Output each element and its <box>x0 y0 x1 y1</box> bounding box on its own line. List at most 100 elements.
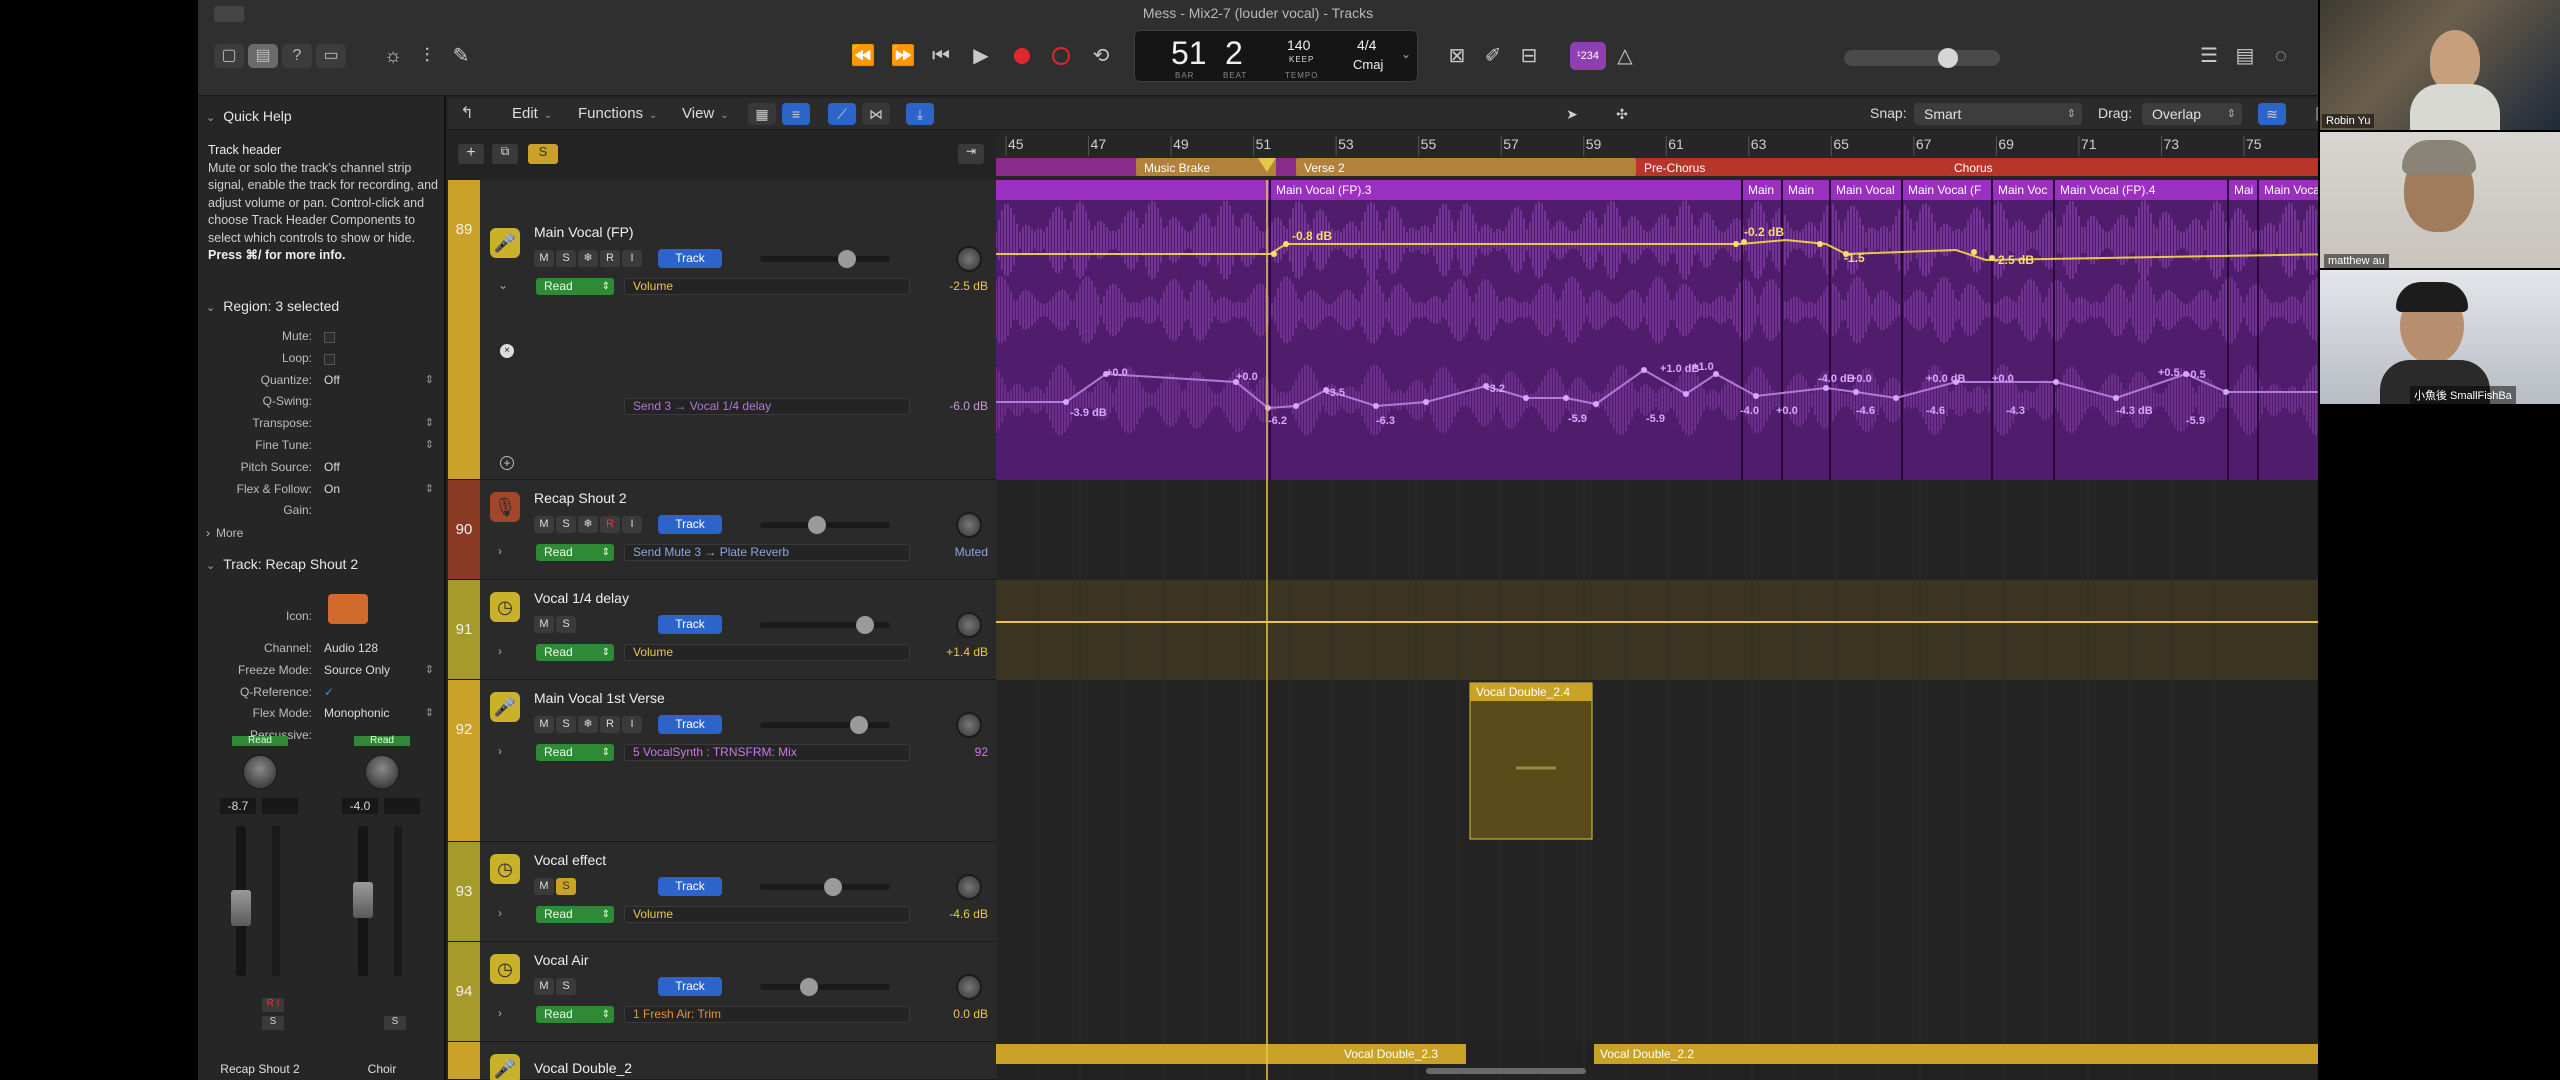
automation-node[interactable] <box>1683 391 1689 397</box>
automation-value[interactable]: -4.6 dB <box>918 907 988 921</box>
fader-cap[interactable] <box>353 882 373 918</box>
mute-button[interactable]: M <box>534 250 554 267</box>
pan-knob[interactable] <box>364 754 400 790</box>
arrangement-marker[interactable] <box>1296 158 1636 176</box>
back-arrow-icon[interactable]: ↰ <box>452 102 482 126</box>
track-param-row[interactable]: Freeze Mode: Source Only ⇕ <box>198 663 446 684</box>
stepper-icon[interactable]: ⇕ <box>425 663 434 676</box>
send-automation-value[interactable]: -3.2 <box>1486 383 1505 395</box>
warning-icon[interactable]: △ <box>1610 44 1640 68</box>
capture-record-button[interactable] <box>1052 47 1070 65</box>
send-automation-value[interactable]: -6.3 <box>1376 415 1395 427</box>
region-name[interactable]: Main <box>1788 183 1814 197</box>
quick-help-button[interactable]: ? <box>282 44 312 68</box>
track-header[interactable]: 92 🎤 Main Vocal 1st Verse M S ❄ R I Track › Read ⇕ 5… <box>448 680 996 842</box>
mute-button[interactable]: M <box>534 516 554 533</box>
mute-button[interactable]: M <box>534 878 554 895</box>
track-header[interactable]: 89 🎤 Main Vocal (FP) M S ❄ R I Track ⌄ Read ⇕ Volume… <box>448 180 996 480</box>
volume-fader[interactable] <box>231 826 251 976</box>
disclosure-chevron-icon[interactable]: ⌄ <box>498 278 508 292</box>
lcd-dropdown-icon[interactable]: ⌄ <box>1401 47 1411 61</box>
send-automation-value[interactable]: -3.9 dB <box>1070 407 1107 419</box>
automation-mode-select[interactable]: Read ⇕ <box>536 544 614 561</box>
pan-knob[interactable] <box>956 512 982 538</box>
record-enable-button[interactable]: R I <box>262 998 284 1012</box>
track-name[interactable]: Main Vocal (FP) <box>534 224 634 240</box>
automation-mode-select[interactable]: Read ⇕ <box>536 278 614 295</box>
track-header[interactable]: 90 🎙 Recap Shout 2 M S ❄ R I Track › Read ⇕ Send Mut… <box>448 480 996 580</box>
tracks-area[interactable]: Main Vocal (FP).3 Main Main Main Vocal Main … <box>996 180 2318 1080</box>
ruler[interactable]: 45 47 49 51 53 55 57 59 61 63 65 67 69 71 73 75 Music Br… <box>996 132 2318 180</box>
close-lane-icon[interactable]: × <box>500 344 514 358</box>
automation-value[interactable]: +1.4 dB <box>918 645 988 659</box>
read-button[interactable]: Read <box>354 736 410 746</box>
record-enable-button[interactable]: R <box>600 250 620 267</box>
arrangement-marker-label[interactable]: Verse 2 <box>1304 161 1345 175</box>
region-name[interactable]: Main Vocal (FP).4 <box>2060 183 2156 197</box>
snap-select[interactable]: Smart ⇕ <box>1914 103 2082 125</box>
arrangement-marker[interactable] <box>1946 158 2318 176</box>
region-name[interactable]: Main Vocal (F <box>1908 183 1981 197</box>
region-param-row[interactable]: Fine Tune: ⇕ <box>198 438 446 459</box>
solo-button[interactable]: S <box>556 616 576 633</box>
automation-node[interactable] <box>1971 249 1977 255</box>
record-enable-button[interactable]: R <box>600 516 620 533</box>
region-param-row[interactable]: Quantize: Off ⇕ <box>198 373 446 394</box>
list-view-icon[interactable]: ≡ <box>782 103 810 125</box>
automation-node[interactable] <box>1373 403 1379 409</box>
automation-node[interactable] <box>1063 399 1069 405</box>
automation-icon[interactable]: ⟋ <box>828 103 856 125</box>
send-automation-value[interactable]: -4.3 dB <box>2116 405 2153 417</box>
volume-automation-value[interactable]: -0.8 dB <box>1292 229 1332 243</box>
stepper-icon[interactable]: ⇕ <box>425 482 434 495</box>
track-mode-button[interactable]: Track <box>658 977 722 996</box>
track-mode-button[interactable]: Track <box>658 249 722 268</box>
region-param-row[interactable]: Mute: <box>198 329 446 350</box>
param-value[interactable]: Off <box>324 373 340 387</box>
automation-node[interactable] <box>2113 395 2119 401</box>
automation-node[interactable] <box>1741 239 1747 245</box>
play-icon[interactable]: ▶ <box>966 44 996 68</box>
freeze-button[interactable]: ❄ <box>578 250 598 267</box>
disclosure-chevron-icon[interactable]: › <box>498 906 502 920</box>
automation-parameter-select[interactable]: Send Mute 3 → Plate Reverb <box>624 544 910 561</box>
track-mode-button[interactable]: Track <box>658 715 722 734</box>
send-automation-value[interactable]: +0.5 <box>2184 369 2206 381</box>
track-icon[interactable]: ◷ <box>490 854 520 884</box>
region-vocal-double-2-4[interactable] <box>1469 682 1593 840</box>
metronome-icon[interactable]: ⊠ <box>1442 44 1472 68</box>
pan-knob[interactable] <box>956 246 982 272</box>
volume-automation-value[interactable]: -0.2 dB <box>1744 225 1784 239</box>
automation-node[interactable] <box>1823 385 1829 391</box>
mute-button[interactable]: M <box>534 716 554 733</box>
checkbox[interactable] <box>324 353 335 365</box>
send-automation-value[interactable]: +0.0 dB <box>1926 373 1965 385</box>
drag-select[interactable]: Overlap ⇕ <box>2142 103 2242 125</box>
add-track-button[interactable]: + <box>458 144 484 164</box>
automation-node[interactable] <box>1271 251 1277 257</box>
list-editors-icon[interactable]: ☰ <box>2194 44 2224 68</box>
automation-node[interactable] <box>1293 403 1299 409</box>
automation-mode-select[interactable]: Read ⇕ <box>536 744 614 761</box>
volume-slider-knob[interactable] <box>856 616 874 634</box>
automation-value[interactable]: Muted <box>918 545 988 559</box>
freeze-button[interactable]: ❄ <box>578 516 598 533</box>
send-automation-value[interactable]: -6.2 <box>1268 415 1287 427</box>
score-icon[interactable]: ⊟ <box>1514 44 1544 68</box>
volume-slider[interactable] <box>760 250 890 268</box>
pan-knob[interactable] <box>956 974 982 1000</box>
region-vocal-double-2-2[interactable] <box>1594 1044 2318 1064</box>
send-automation-value[interactable]: +0.0 <box>1776 405 1798 417</box>
track-name[interactable]: Main Vocal 1st Verse <box>534 690 665 706</box>
vertical-fit-icon[interactable]: ⫿ <box>2304 103 2318 125</box>
solo-button[interactable]: S <box>262 1016 284 1030</box>
arrangement-marker-label[interactable]: Pre-Chorus <box>1644 161 1705 175</box>
solo-button[interactable]: S <box>384 1016 406 1030</box>
notepad-icon[interactable]: ▤ <box>2230 44 2260 68</box>
marquee-tool-icon[interactable]: ✣ <box>1608 103 1636 125</box>
brightness-icon[interactable]: ☼ <box>378 44 408 68</box>
automation-parameter-select[interactable]: 1 Fresh Air: Trim <box>624 1006 910 1023</box>
read-button[interactable]: Read <box>232 736 288 746</box>
track-header[interactable]: 93 ◷ Vocal effect M S Track › Read ⇕ Volume -4.6 d… <box>448 842 996 942</box>
param-value[interactable]: Source Only <box>324 663 390 677</box>
